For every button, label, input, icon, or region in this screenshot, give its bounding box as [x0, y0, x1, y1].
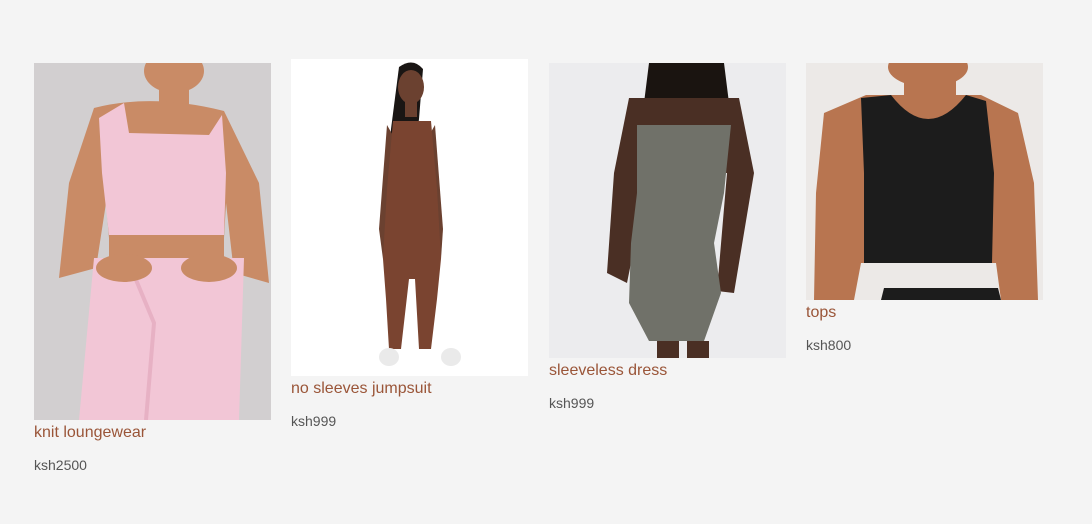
product-title[interactable]: tops — [806, 303, 1044, 323]
tops-photo — [806, 63, 1043, 300]
product-price: ksh999 — [291, 413, 337, 429]
product-card: sleeveless dress ksh999 — [549, 63, 787, 412]
product-image[interactable] — [549, 63, 786, 358]
no-sleeves-jumpsuit-photo — [291, 59, 528, 376]
product-price: ksh2500 — [34, 457, 87, 473]
product-price: ksh999 — [549, 395, 595, 411]
product-image[interactable] — [806, 63, 1043, 300]
product-title[interactable]: sleeveless dress — [549, 361, 787, 381]
product-title[interactable]: no sleeves jumpsuit — [291, 379, 529, 399]
product-card: no sleeves jumpsuit ksh999 — [291, 59, 529, 430]
product-price: ksh800 — [806, 337, 852, 353]
knit-loungewear-photo — [34, 63, 271, 420]
product-image[interactable] — [291, 59, 528, 376]
sleeveless-dress-photo — [549, 63, 786, 358]
product-title[interactable]: knit loungewear — [34, 423, 272, 443]
product-card: knit loungewear ksh2500 — [34, 63, 272, 474]
product-card: tops ksh800 — [806, 63, 1044, 354]
product-image[interactable] — [34, 63, 271, 420]
